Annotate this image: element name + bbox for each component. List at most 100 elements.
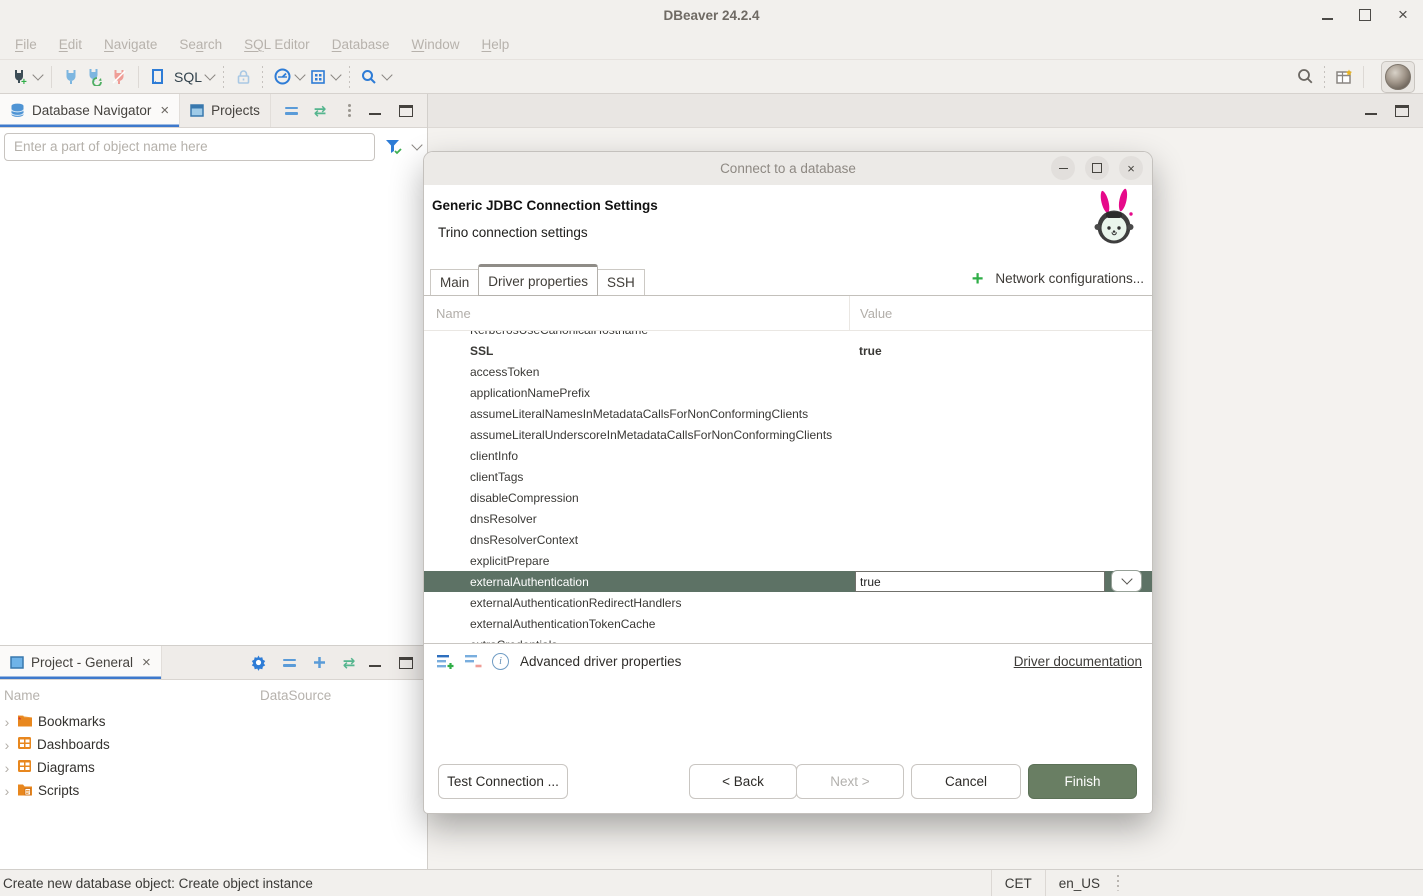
property-row[interactable]: SSLtrue xyxy=(424,340,1152,361)
column-header-value[interactable]: Value xyxy=(849,296,1152,330)
disconnect-icon[interactable] xyxy=(107,65,131,89)
perspective-icon[interactable] xyxy=(1332,65,1356,89)
menu-file[interactable]: File xyxy=(4,34,48,55)
object-filter-input[interactable] xyxy=(4,133,375,161)
window-maximize-button[interactable] xyxy=(1357,7,1373,23)
property-row[interactable]: KerberosUseCanonicalHostname xyxy=(424,331,1152,340)
column-header-name[interactable]: Name xyxy=(424,296,849,330)
add-property-icon[interactable] xyxy=(436,653,455,670)
new-connection-dropdown-icon[interactable] xyxy=(32,69,43,80)
dashboard-dropdown-icon[interactable] xyxy=(294,69,305,80)
transaction-mode-icon[interactable] xyxy=(306,65,330,89)
property-row[interactable]: accessToken xyxy=(424,361,1152,382)
cancel-button[interactable]: Cancel xyxy=(911,764,1021,799)
property-row[interactable]: applicationNamePrefix xyxy=(424,382,1152,403)
filter-icon[interactable] xyxy=(381,135,405,159)
dialog-tab-driver-properties[interactable]: Driver properties xyxy=(478,264,598,296)
panel-minimize-icon[interactable] xyxy=(369,113,381,115)
collapse-all-icon[interactable] xyxy=(285,107,298,115)
dialog-close-button[interactable]: × xyxy=(1119,156,1143,180)
menu-help[interactable]: Help xyxy=(471,34,521,55)
expand-all-icon[interactable] xyxy=(312,655,327,670)
tree-item-bookmarks[interactable]: ›Bookmarks xyxy=(0,710,427,733)
menu-database[interactable]: Database xyxy=(321,34,401,55)
tab-close-icon[interactable]: × xyxy=(142,654,151,671)
dialog-tab-ssh[interactable]: SSH xyxy=(597,269,645,295)
property-row[interactable]: externalAuthentication xyxy=(424,571,1152,592)
tree-item-diagrams[interactable]: ›Diagrams xyxy=(0,756,427,779)
link-with-editor-icon[interactable]: ⇄ xyxy=(314,102,327,120)
reconnect-icon[interactable] xyxy=(83,65,107,89)
back-button[interactable]: < Back xyxy=(689,764,797,799)
window-close-button[interactable]: × xyxy=(1395,7,1411,23)
project-icon xyxy=(10,656,24,669)
expand-chevron-icon[interactable]: › xyxy=(2,760,12,776)
remove-property-icon[interactable] xyxy=(464,653,483,670)
test-connection-button[interactable]: Test Connection ... xyxy=(438,764,568,799)
editor-minimize-icon[interactable] xyxy=(1365,113,1377,115)
property-row[interactable]: extraCredentials xyxy=(424,634,1152,644)
property-value-input[interactable] xyxy=(855,571,1105,592)
sql-dropdown-icon[interactable] xyxy=(204,69,215,80)
property-value-dropdown-button[interactable] xyxy=(1111,570,1142,592)
dialog-tab-main[interactable]: Main xyxy=(430,269,479,295)
property-row[interactable]: disableCompression xyxy=(424,487,1152,508)
tree-item-dashboards[interactable]: ›Dashboards xyxy=(0,733,427,756)
column-datasource[interactable]: DataSource xyxy=(260,688,331,703)
link-with-editor-icon[interactable]: ⇄ xyxy=(343,654,356,672)
menu-window[interactable]: Window xyxy=(400,34,470,55)
filter-dropdown-icon[interactable] xyxy=(411,139,422,150)
property-row[interactable]: explicitPrepare xyxy=(424,550,1152,571)
dialog-titlebar[interactable]: Connect to a database × xyxy=(424,152,1152,185)
gear-icon[interactable] xyxy=(250,654,267,671)
menu-search[interactable]: Search xyxy=(168,34,233,55)
property-row[interactable]: dnsResolverContext xyxy=(424,529,1152,550)
view-menu-icon[interactable] xyxy=(348,104,351,117)
panel-maximize-icon[interactable] xyxy=(399,105,413,117)
menu-sql-editor[interactable]: SQL Editor xyxy=(233,34,321,55)
property-row[interactable]: assumeLiteralNamesInMetadataCallsForNonC… xyxy=(424,403,1152,424)
property-row[interactable]: dnsResolver xyxy=(424,508,1152,529)
dialog-minimize-button[interactable] xyxy=(1051,156,1075,180)
property-row[interactable]: assumeLiteralUnderscoreInMetadataCallsFo… xyxy=(424,424,1152,445)
window-minimize-button[interactable] xyxy=(1319,7,1335,23)
property-name: clientInfo xyxy=(424,449,849,463)
panel-minimize-icon[interactable] xyxy=(369,665,381,667)
finish-button[interactable]: Finish xyxy=(1028,764,1137,799)
tab-project-general[interactable]: Project - General × xyxy=(0,646,162,679)
editor-maximize-icon[interactable] xyxy=(1395,105,1409,117)
dashboard-icon[interactable] xyxy=(270,65,294,89)
search-dropdown-icon[interactable] xyxy=(381,69,392,80)
property-row[interactable]: externalAuthenticationRedirectHandlers xyxy=(424,592,1152,613)
dialog-maximize-button[interactable] xyxy=(1085,156,1109,180)
timezone-indicator[interactable]: CET xyxy=(991,870,1045,896)
sql-editor-icon[interactable] xyxy=(146,65,170,89)
next-button[interactable]: Next > xyxy=(796,764,904,799)
property-row[interactable]: clientTags xyxy=(424,466,1152,487)
locale-indicator[interactable]: en_US xyxy=(1045,870,1113,896)
menu-edit[interactable]: Edit xyxy=(48,34,93,55)
expand-chevron-icon[interactable]: › xyxy=(2,714,12,730)
expand-chevron-icon[interactable]: › xyxy=(2,737,12,753)
column-name[interactable]: Name xyxy=(0,688,260,703)
property-name: externalAuthentication xyxy=(424,575,849,589)
expand-chevron-icon[interactable]: › xyxy=(2,783,12,799)
search-objects-icon[interactable] xyxy=(357,65,381,89)
search-icon[interactable] xyxy=(1293,65,1317,89)
tree-item-scripts[interactable]: ›Scripts xyxy=(0,779,427,802)
tab-project-general-label: Project - General xyxy=(31,655,133,670)
property-row[interactable]: clientInfo xyxy=(424,445,1152,466)
collapse-all-icon[interactable] xyxy=(283,659,296,667)
tab-projects[interactable]: Projects xyxy=(180,94,271,127)
connect-icon[interactable] xyxy=(59,65,83,89)
driver-documentation-link[interactable]: Driver documentation xyxy=(1014,654,1142,669)
user-avatar-button[interactable] xyxy=(1381,61,1415,93)
menu-navigate[interactable]: Navigate xyxy=(93,34,168,55)
tab-database-navigator[interactable]: Database Navigator × xyxy=(0,94,180,127)
panel-maximize-icon[interactable] xyxy=(399,657,413,669)
new-connection-icon[interactable]: + xyxy=(8,65,32,89)
transaction-dropdown-icon[interactable] xyxy=(330,69,341,80)
network-configurations-button[interactable]: + Network configurations... xyxy=(972,270,1152,288)
property-row[interactable]: externalAuthenticationTokenCache xyxy=(424,613,1152,634)
tab-close-icon[interactable]: × xyxy=(160,102,169,119)
